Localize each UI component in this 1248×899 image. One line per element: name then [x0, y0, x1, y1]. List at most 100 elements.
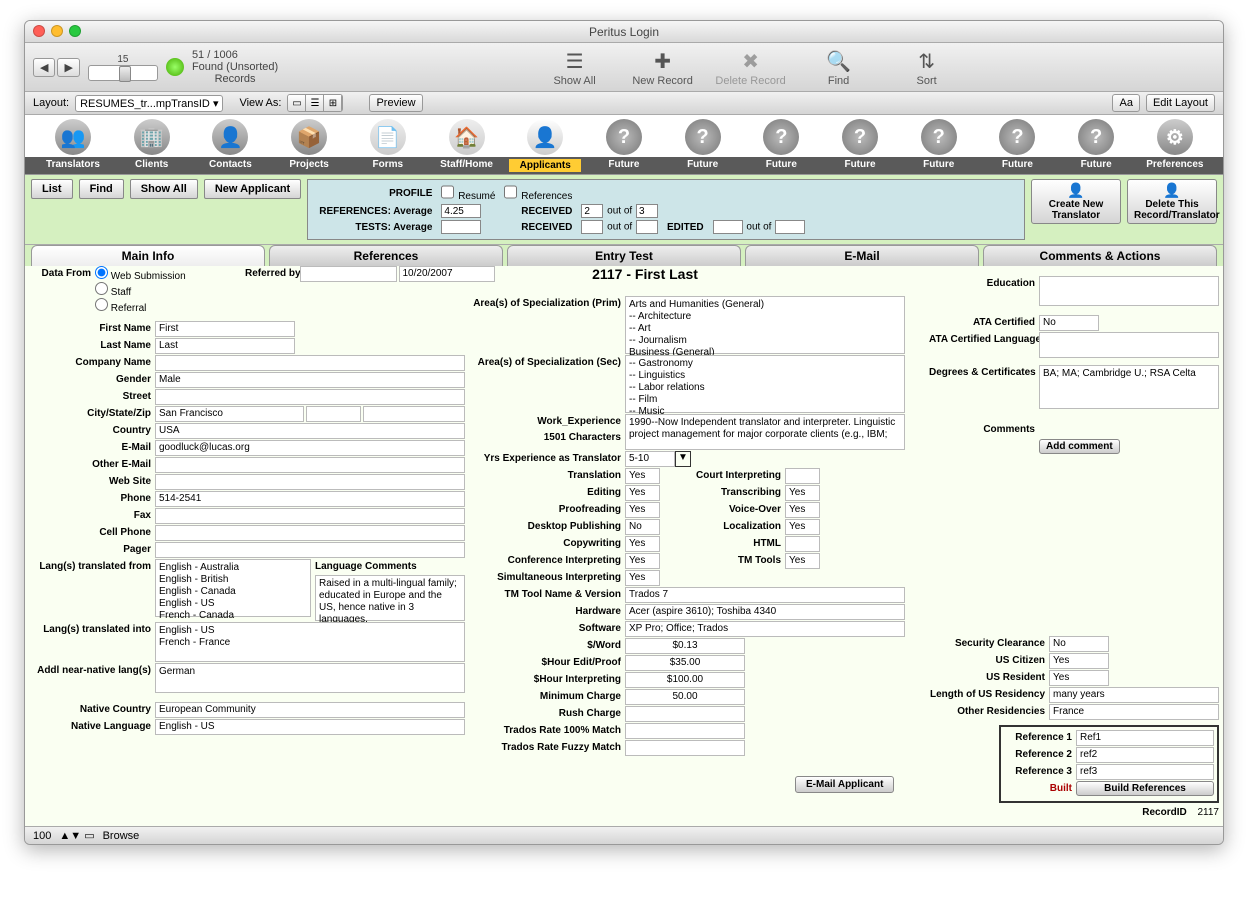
yrs-exp-select[interactable]: 5-10 — [625, 451, 675, 467]
show-all-button[interactable]: Show All — [130, 179, 198, 199]
ref1-input[interactable]: Ref1 — [1076, 730, 1214, 746]
skill-html[interactable] — [785, 536, 820, 552]
skill-dtp[interactable]: No — [625, 519, 660, 535]
nav-preferences[interactable]: ⚙ — [1139, 119, 1211, 157]
gender-input[interactable]: Male — [155, 372, 465, 388]
fax-input[interactable] — [155, 508, 465, 524]
email-input[interactable]: goodluck@lucas.org — [155, 440, 465, 456]
skill-voiceover[interactable]: Yes — [785, 502, 820, 518]
edit-layout-button[interactable]: Edit Layout — [1146, 94, 1215, 112]
degrees-input[interactable]: BA; MA; Cambridge U.; RSA Celta — [1039, 365, 1219, 409]
preview-button[interactable]: Preview — [369, 94, 422, 112]
rate-trados100[interactable] — [625, 723, 745, 739]
skill-copywriting[interactable]: Yes — [625, 536, 660, 552]
create-translator-button[interactable]: 👤Create New Translator — [1031, 179, 1121, 224]
ata-input[interactable]: No — [1039, 315, 1099, 331]
ref-avg-input[interactable] — [441, 204, 481, 218]
nav-future-4[interactable]: ? — [824, 119, 896, 157]
country-input[interactable]: USA — [155, 423, 465, 439]
zip-input[interactable] — [363, 406, 465, 422]
close-icon[interactable] — [33, 25, 45, 37]
received1-input[interactable] — [581, 204, 603, 218]
referred-by-input[interactable] — [300, 266, 397, 282]
ref3-input[interactable]: ref3 — [1076, 764, 1214, 780]
us-len-input[interactable]: many years — [1049, 687, 1219, 703]
prev-record-button[interactable]: ◀ — [33, 58, 55, 77]
zoom-icons[interactable]: ▲▼ ▭ — [59, 829, 94, 842]
skill-editing[interactable]: Yes — [625, 485, 660, 501]
nav-clients[interactable]: 🏢 — [116, 119, 188, 157]
lang-from-input[interactable]: English - Australia English - British En… — [155, 559, 311, 617]
show-all-button[interactable]: ☰Show All — [535, 47, 615, 87]
skill-transcribing[interactable]: Yes — [785, 485, 820, 501]
sort-button[interactable]: ⇅Sort — [887, 47, 967, 87]
cell-input[interactable] — [155, 525, 465, 541]
new-record-button[interactable]: ✚New Record — [623, 47, 703, 87]
record-slider[interactable] — [88, 65, 158, 81]
spec-sec-input[interactable]: -- Gastronomy -- Linguistics -- Labor re… — [625, 355, 905, 413]
add-comment-button[interactable]: Add comment — [1039, 439, 1120, 454]
referred-date-input[interactable]: 10/20/2007 — [399, 266, 496, 282]
native-country-input[interactable]: European Community — [155, 702, 465, 718]
city-input[interactable]: San Francisco — [155, 406, 304, 422]
nav-forms[interactable]: 📄 — [352, 119, 424, 157]
website-input[interactable] — [155, 474, 465, 490]
education-input[interactable] — [1039, 276, 1219, 306]
text-tool-button[interactable]: Aa — [1112, 94, 1139, 112]
street-input[interactable] — [155, 389, 465, 405]
new-applicant-button[interactable]: New Applicant — [204, 179, 301, 199]
near-native-input[interactable]: German — [155, 663, 465, 693]
skill-translation[interactable]: Yes — [625, 468, 660, 484]
spec-prim-input[interactable]: Arts and Humanities (General) -- Archite… — [625, 296, 905, 354]
data-from-referral[interactable] — [95, 298, 108, 311]
view-mode-toggle[interactable]: ▭☰⊞ — [287, 94, 343, 112]
nav-future-2[interactable]: ? — [667, 119, 739, 157]
last-name-input[interactable]: Last — [155, 338, 295, 354]
tm-tool-input[interactable]: Trados 7 — [625, 587, 905, 603]
native-lang-input[interactable]: English - US — [155, 719, 465, 735]
us-res-input[interactable]: Yes — [1049, 670, 1109, 686]
data-from-web[interactable] — [95, 266, 108, 279]
skill-court-interp[interactable] — [785, 468, 820, 484]
tab-references[interactable]: References — [269, 245, 503, 266]
data-from-staff[interactable] — [95, 282, 108, 295]
ref2-input[interactable]: ref2 — [1076, 747, 1214, 763]
next-record-button[interactable]: ▶ — [57, 58, 79, 77]
skill-sim-interp[interactable]: Yes — [625, 570, 660, 586]
state-input[interactable] — [306, 406, 361, 422]
skill-localization[interactable]: Yes — [785, 519, 820, 535]
us-cit-input[interactable]: Yes — [1049, 653, 1109, 669]
edited-input[interactable] — [713, 220, 743, 234]
nav-contacts[interactable]: 👤 — [194, 119, 266, 157]
skill-proofreading[interactable]: Yes — [625, 502, 660, 518]
nav-applicants[interactable]: 👤 — [509, 119, 581, 157]
find-button[interactable]: 🔍Find — [799, 47, 879, 87]
rate-min[interactable]: 50.00 — [625, 689, 745, 705]
pager-input[interactable] — [155, 542, 465, 558]
tab-entry-test[interactable]: Entry Test — [507, 245, 741, 266]
skill-conf-interp[interactable]: Yes — [625, 553, 660, 569]
hardware-input[interactable]: Acer (aspire 3610); Toshiba 4340 — [625, 604, 905, 620]
nav-future-6[interactable]: ? — [981, 119, 1053, 157]
tests-avg-input[interactable] — [441, 220, 481, 234]
rate-tradosfuzzy[interactable] — [625, 740, 745, 756]
rate-word[interactable]: $0.13 — [625, 638, 745, 654]
work-exp-input[interactable]: 1990--Now Independent translator and int… — [625, 414, 905, 450]
delete-translator-button[interactable]: 👤Delete This Record/Translator — [1127, 179, 1217, 224]
software-input[interactable]: XP Pro; Office; Trados — [625, 621, 905, 637]
rate-interp[interactable]: $100.00 — [625, 672, 745, 688]
company-input[interactable] — [155, 355, 465, 371]
edited-outof-input[interactable] — [775, 220, 805, 234]
zoom-icon[interactable] — [69, 25, 81, 37]
other-email-input[interactable] — [155, 457, 465, 473]
find-button[interactable]: Find — [79, 179, 124, 199]
first-name-input[interactable]: First — [155, 321, 295, 337]
layout-select[interactable]: RESUMES_tr...mpTransID ▾ — [75, 95, 223, 112]
rate-rush[interactable] — [625, 706, 745, 722]
rate-edit[interactable]: $35.00 — [625, 655, 745, 671]
skill-tmtools[interactable]: Yes — [785, 553, 820, 569]
outof1-input[interactable] — [636, 204, 658, 218]
lang-comments-input[interactable]: Raised in a multi-lingual family; educat… — [315, 575, 465, 621]
received2-input[interactable] — [581, 220, 603, 234]
minimize-icon[interactable] — [51, 25, 63, 37]
